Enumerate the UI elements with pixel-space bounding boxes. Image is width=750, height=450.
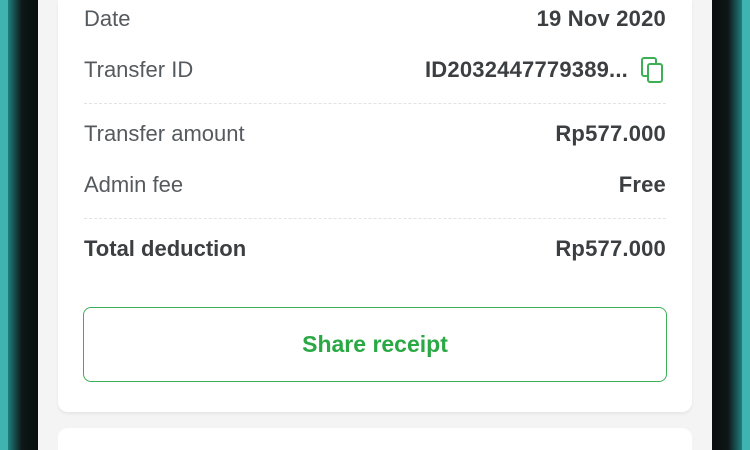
phone-screen: Date 19 Nov 2020 Transfer ID ID203244777… <box>38 0 712 450</box>
admin-fee-label: Admin fee <box>84 172 184 197</box>
transfer-id-value: ID2032447779389... <box>425 57 628 82</box>
transfer-id-label: Transfer ID <box>84 57 194 82</box>
transfer-id-value-group: ID2032447779389... <box>425 56 666 84</box>
total-deduction-row: Total deduction Rp577.000 <box>84 236 666 262</box>
divider <box>84 218 666 219</box>
transfer-amount-value: Rp577.000 <box>555 121 666 146</box>
transfer-id-row: Transfer ID ID2032447779389... <box>84 56 666 84</box>
date-label: Date <box>84 6 131 31</box>
date-value: 19 Nov 2020 <box>536 6 666 31</box>
divider <box>84 103 666 104</box>
next-card <box>58 428 692 450</box>
admin-fee-value: Free <box>618 172 666 197</box>
admin-fee-row: Admin fee Free <box>84 172 666 198</box>
share-receipt-label: Share receipt <box>302 331 448 357</box>
transfer-amount-label: Transfer amount <box>84 121 245 146</box>
total-deduction-value: Rp577.000 <box>555 236 666 261</box>
copy-icon[interactable] <box>640 56 666 84</box>
total-deduction-label: Total deduction <box>84 236 247 261</box>
receipt-card: Date 19 Nov 2020 Transfer ID ID203244777… <box>58 0 692 412</box>
share-receipt-button[interactable]: Share receipt <box>83 307 667 382</box>
date-row: Date 19 Nov 2020 <box>84 6 666 32</box>
transfer-amount-row: Transfer amount Rp577.000 <box>84 121 666 147</box>
